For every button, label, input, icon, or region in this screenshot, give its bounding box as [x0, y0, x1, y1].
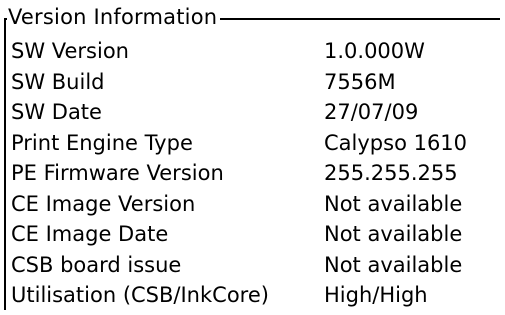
info-list: SW Version 1.0.000W SW Build 7556M SW Da…	[11, 36, 501, 311]
info-value: Not available	[324, 191, 463, 216]
info-row-sw-build: SW Build 7556M	[11, 67, 501, 98]
info-value: Not available	[324, 252, 463, 277]
info-value: Not available	[324, 222, 463, 246]
info-value: 1.0.000W	[324, 39, 425, 63]
info-value: 7556M	[324, 69, 396, 94]
info-label: CE Image Version	[11, 191, 196, 216]
info-label: Print Engine Type	[11, 130, 193, 155]
groupbox-title: Version Information	[7, 2, 221, 32]
info-row-sw-date: SW Date 27/07/09	[11, 97, 501, 128]
info-row-utilisation: Utilisation (CSB/InkCore) High/High	[11, 280, 501, 311]
info-label: SW Version	[11, 39, 129, 63]
info-row-sw-version: SW Version 1.0.000W	[11, 36, 501, 67]
info-value: 255.255.255	[324, 161, 458, 185]
info-label: SW Date	[11, 100, 102, 124]
info-value: Calypso 1610	[324, 130, 468, 155]
info-row-csb-board-issue: CSB board issue Not available	[11, 250, 501, 281]
info-label: Utilisation (CSB/InkCore)	[11, 283, 269, 307]
info-label: SW Build	[11, 69, 105, 94]
info-label: PE Firmware Version	[11, 161, 224, 185]
version-info-screen: Version Information SW Version 1.0.000W …	[0, 0, 505, 315]
info-row-pe-firmware-version: PE Firmware Version 255.255.255	[11, 158, 501, 189]
info-row-ce-image-date: CE Image Date Not available	[11, 219, 501, 250]
info-label: CE Image Date	[11, 222, 169, 246]
info-row-print-engine-type: Print Engine Type Calypso 1610	[11, 128, 501, 159]
info-row-ce-image-version: CE Image Version Not available	[11, 189, 501, 220]
info-value: High/High	[324, 283, 428, 307]
info-label: CSB board issue	[11, 252, 182, 277]
info-value: 27/07/09	[324, 100, 419, 124]
